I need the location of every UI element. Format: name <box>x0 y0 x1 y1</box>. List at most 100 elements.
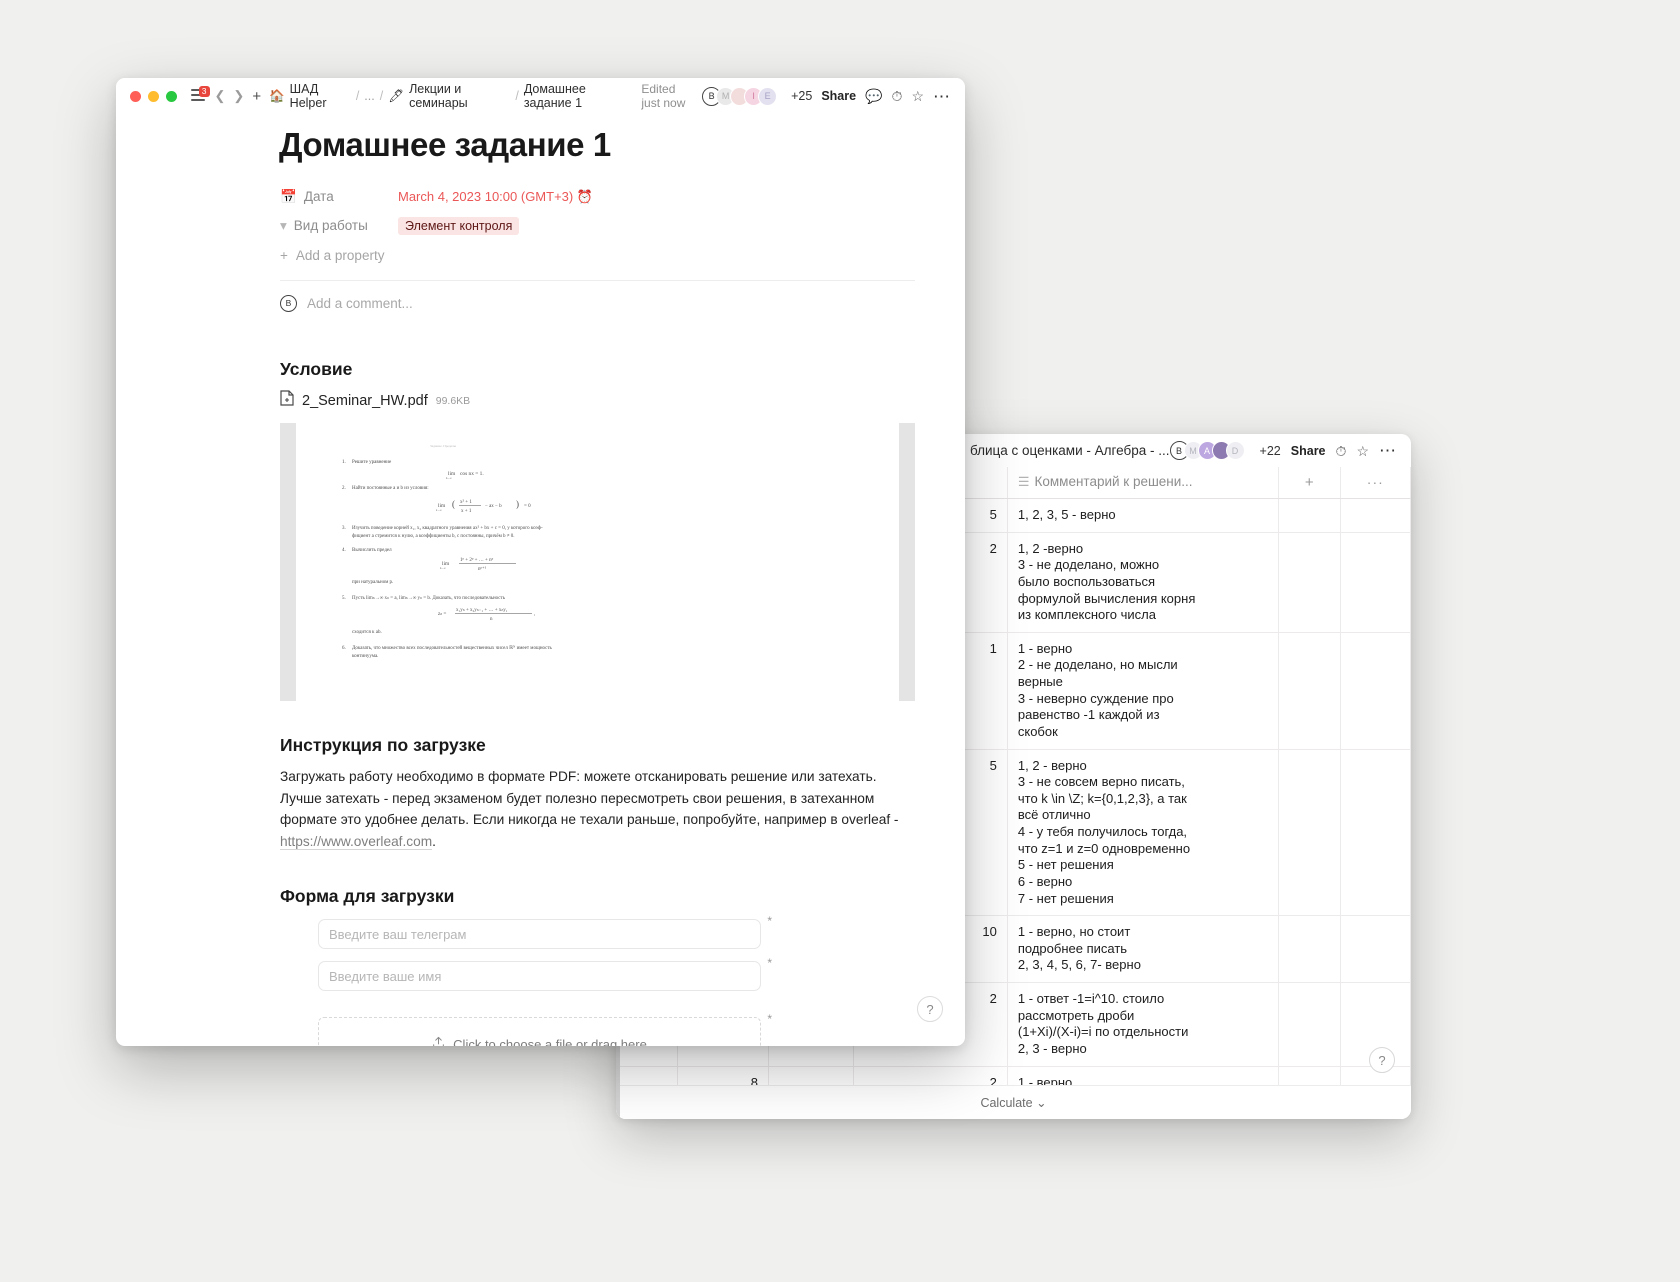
row-gutter <box>616 1066 679 1085</box>
breadcrumb-item-workspace[interactable]: ШАД Helper <box>290 82 351 110</box>
property-value-worktype[interactable]: Элемент контроля <box>398 216 520 235</box>
star-icon[interactable]: ☆ <box>1356 444 1369 458</box>
svg-text:2.: 2. <box>342 486 346 491</box>
cell-pad <box>1278 532 1341 633</box>
avatar[interactable]: B <box>280 294 297 312</box>
breadcrumb-separator: / <box>379 89 384 103</box>
cell-comment[interactable]: 1 - верно, но стоит подробнее писать 2, … <box>1007 915 1280 983</box>
col-add-button[interactable]: + <box>1278 467 1341 499</box>
dropzone-label: Click to choose a file or drag here <box>453 1036 647 1047</box>
cell-comment[interactable]: 1 - верно 2 - не доделано, но мысли верн… <box>1007 632 1280 750</box>
instruction-tail: . <box>432 833 436 849</box>
cell-comment[interactable]: 1, 2, 3, 5 - верно <box>1007 498 1280 533</box>
cell-naskolko[interactable]: 8 <box>677 1066 769 1085</box>
chevron-left-icon[interactable]: ❮ <box>215 88 226 104</box>
attachment-row[interactable]: 2_Seminar_HW.pdf 99.6KB <box>280 390 915 411</box>
svg-text:n→∞: n→∞ <box>440 567 446 570</box>
instruction-paragraph-1: Загружать работу необходимо в формате PD… <box>280 769 877 784</box>
cell-pad <box>1278 498 1341 533</box>
status-badge[interactable]: Элемент контроля <box>398 216 520 235</box>
share-button[interactable]: Share <box>821 89 856 103</box>
comment-placeholder[interactable]: Add a comment... <box>307 296 413 311</box>
telegram-input[interactable] <box>318 919 761 949</box>
property-row-date[interactable]: 📅 Дата March 4, 2023 10:00 (GMT+3) ⏰ <box>280 182 915 211</box>
collaborator-avatars[interactable]: B M A D <box>1169 441 1245 460</box>
svg-text:Решите уравнение: Решите уравнение <box>352 460 392 465</box>
pdf-preview[interactable]: Задание. Пределы 1. Решите уравнение lim… <box>280 423 915 701</box>
svg-text:): ) <box>516 499 519 509</box>
cell-pad <box>1278 915 1341 983</box>
cell-comment[interactable]: 1 - верно 2 - верно 3 - неверно вычислен… <box>1007 1066 1280 1085</box>
close-button[interactable] <box>130 90 141 102</box>
add-comment-row[interactable]: B Add a comment... <box>280 281 915 325</box>
breadcrumb-item-lectures[interactable]: Лекции и семинары <box>409 82 510 110</box>
homework-document-window[interactable]: 3 ❮ ❯ + 🏠 ШАД Helper / ... / 🖊 Лекции и … <box>116 78 965 1046</box>
svg-text:nᵖ⁺¹: nᵖ⁺¹ <box>478 566 487 572</box>
avatar[interactable]: E <box>758 86 778 106</box>
extra-members-count[interactable]: +22 <box>1260 444 1281 458</box>
cell-pad <box>1278 982 1341 1067</box>
collaborator-avatars[interactable]: B M I E <box>702 86 778 106</box>
star-icon[interactable]: ☆ <box>911 89 924 103</box>
calculate-button[interactable]: Calculate ⌄ <box>980 1095 1046 1110</box>
sidebar-toggle-icon[interactable]: 3 <box>191 86 210 103</box>
clock-icon[interactable]: ⏱ <box>1336 444 1347 458</box>
cell-comment[interactable]: 1 - ответ -1=i^10. стоило рассмотреть др… <box>1007 982 1280 1067</box>
svg-text:1.: 1. <box>342 460 346 465</box>
add-property-button[interactable]: + Add a property <box>280 240 915 270</box>
cell-chip[interactable] <box>768 1066 854 1085</box>
instruction-paragraph-2: Лучше затехать - перед экзаменом будет п… <box>280 788 915 853</box>
file-dropzone-wrap: Click to choose a file or drag here Size… <box>318 1012 772 1046</box>
breadcrumb-item-ellipsis[interactable]: ... <box>364 89 374 103</box>
doc-titlebar: 3 ❮ ❯ + 🏠 ШАД Helper / ... / 🖊 Лекции и … <box>116 78 965 114</box>
section-heading-condition: Условие <box>280 359 353 379</box>
pdf-left-margin <box>280 423 296 701</box>
attachment-name[interactable]: 2_Seminar_HW.pdf <box>302 393 428 409</box>
breadcrumb-item-current[interactable]: Домашнее задание 1 <box>524 82 634 110</box>
file-dropzone[interactable]: Click to choose a file or drag here Size… <box>318 1017 761 1046</box>
breadcrumb: 🏠 ШАД Helper / ... / 🖊 Лекции и семинары… <box>269 82 633 110</box>
table-row[interactable]: 8 2 1 - верно 2 - верно 3 - неверно вычи… <box>616 1066 1411 1085</box>
help-button[interactable]: ? <box>917 996 943 1022</box>
window-traffic-lights[interactable] <box>130 90 177 102</box>
instruction-text: Лучше затехать - перед экзаменом будет п… <box>280 790 899 828</box>
overleaf-link[interactable]: https://www.overleaf.com <box>280 833 433 850</box>
clock-icon[interactable]: ⏱ <box>892 89 903 103</box>
text-lines-icon: ☰ <box>1017 474 1030 489</box>
share-button[interactable]: Share <box>1291 444 1326 458</box>
col-header-comment[interactable]: ☰ Комментарий к решени... <box>1007 467 1280 499</box>
avatar[interactable]: D <box>1225 441 1245 460</box>
cell-comment[interactable]: 1, 2 -верно 3 - не доделано, можно было … <box>1007 532 1280 633</box>
select-icon: ▾ <box>280 217 287 233</box>
sheet-title: блица с оценками - Алгебра - ... <box>970 443 1170 458</box>
cell-score[interactable]: 2 <box>853 1066 1008 1085</box>
minimize-button[interactable] <box>148 90 159 102</box>
plus-icon[interactable]: + <box>252 88 261 105</box>
comment-icon[interactable]: 💬 <box>865 89 882 103</box>
calendar-icon: 📅 <box>280 188 297 204</box>
extra-members-count[interactable]: +25 <box>791 89 812 103</box>
ellipsis-icon[interactable]: ⋯ <box>1379 442 1397 459</box>
pdf-page-content: Задание. Пределы 1. Решите уравнение lim… <box>342 444 553 659</box>
notification-badge: 3 <box>198 86 210 97</box>
breadcrumb-separator: / <box>355 89 360 103</box>
page-title[interactable]: Домашнее задание 1 <box>279 126 915 164</box>
col-options-button[interactable]: ··· <box>1340 467 1411 499</box>
svg-text:x₁yₙ + x₂yₙ₋₁ + … + xₙy₁: x₁yₙ + x₂yₙ₋₁ + … + xₙy₁ <box>456 608 508 613</box>
property-value-date[interactable]: March 4, 2023 10:00 (GMT+3) ⏰ <box>398 189 593 205</box>
help-button[interactable]: ? <box>1369 1047 1395 1073</box>
name-field-wrap: * <box>318 956 772 991</box>
svg-text:x→∞: x→∞ <box>436 509 442 512</box>
svg-text:x² + 1: x² + 1 <box>460 499 472 505</box>
pen-emoji-icon: 🖊 <box>388 88 405 103</box>
chevron-right-icon[interactable]: ❯ <box>233 88 244 104</box>
upload-icon <box>432 1036 445 1046</box>
property-row-worktype[interactable]: ▾ Вид работы Элемент контроля <box>280 211 915 240</box>
name-input[interactable] <box>318 961 761 991</box>
ellipsis-icon[interactable]: ⋯ <box>933 88 951 105</box>
cell-pad <box>1278 749 1341 917</box>
cell-comment[interactable]: 1, 2 - верно 3 - не совсем верно писать,… <box>1007 749 1280 917</box>
page-scrollbar[interactable] <box>959 150 965 1046</box>
maximize-button[interactable] <box>166 90 177 102</box>
pdf-page: Задание. Пределы 1. Решите уравнение lim… <box>296 423 899 701</box>
